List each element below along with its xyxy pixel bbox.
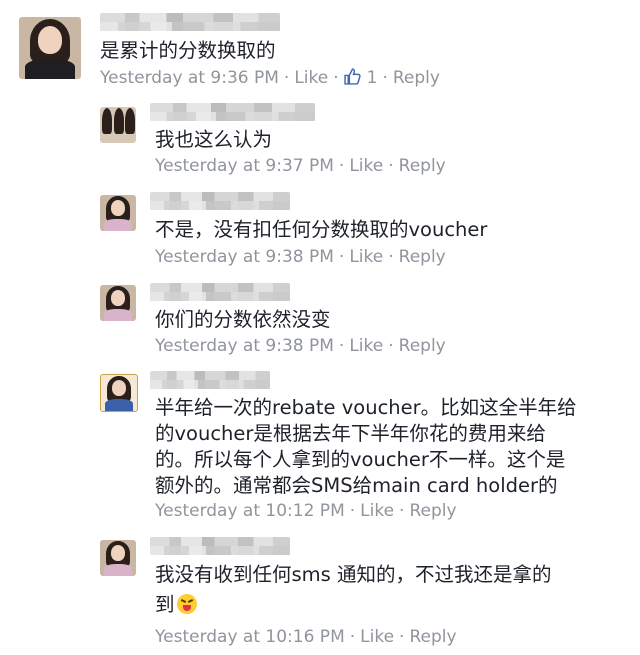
comment-text-line-3: 的。所以每个人拿到的voucher不一样。这个是 [155,448,566,471]
timestamp[interactable]: Yesterday at 9:38 PM [155,336,334,356]
reply-link[interactable]: Reply [399,156,446,176]
timestamp[interactable]: Yesterday at 9:38 PM [155,247,334,267]
reply-link[interactable]: Reply [393,68,440,88]
comment-meta: Yesterday at 9:37 PM · Like · Reply [155,156,446,176]
comment-meta: Yesterday at 10:16 PM · Like · Reply [155,627,457,647]
timestamp[interactable]: Yesterday at 9:36 PM [100,68,279,88]
avatar[interactable] [100,107,136,143]
comment-text: 是累计的分数换取的 [100,39,276,62]
commenter-name-blurred [100,13,280,31]
comment-text-line-4: 额外的。通常都会SMS给main card holder的 [155,474,558,497]
comment-text-line-2: 到 [155,592,197,617]
commenter-name-blurred [150,537,290,555]
reply-link[interactable]: Reply [409,501,456,521]
reply-link[interactable]: Reply [409,627,456,647]
like-count: 1 [366,68,378,88]
timestamp[interactable]: Yesterday at 10:16 PM [155,627,345,647]
reply-link[interactable]: Reply [399,336,446,356]
avatar[interactable] [100,540,136,576]
comment-text: 不是，没有扣任何分数换取的voucher [155,218,488,241]
comment-text-line-2: 的voucher是根据去年下半年你花的费用来给 [155,422,546,445]
avatar[interactable] [100,374,138,412]
avatar[interactable] [19,17,81,79]
comment-meta: Yesterday at 9:36 PM · Like · 1 · Reply [100,68,440,88]
commenter-name-blurred [150,283,290,301]
like-thumb-icon [343,68,361,85]
timestamp[interactable]: Yesterday at 10:12 PM [155,501,345,521]
like-link[interactable]: Like [294,68,328,88]
like-link[interactable]: Like [349,247,383,267]
comment-meta: Yesterday at 10:12 PM · Like · Reply [155,501,457,521]
commenter-name-blurred [150,103,315,121]
comment-meta: Yesterday at 9:38 PM · Like · Reply [155,247,446,267]
comment-meta: Yesterday at 9:38 PM · Like · Reply [155,336,446,356]
comment-text-tail: 到 [155,593,175,616]
comment-text: 我也这么认为 [155,128,273,151]
tongue-out-emoji [176,594,197,614]
commenter-name-blurred [150,371,270,389]
like-link[interactable]: Like [360,501,394,521]
like-link[interactable]: Like [360,627,394,647]
commenter-name-blurred [150,192,290,210]
like-link[interactable]: Like [349,156,383,176]
reply-link[interactable]: Reply [399,247,446,267]
like-link[interactable]: Like [349,336,383,356]
avatar[interactable] [100,285,136,321]
avatar[interactable] [100,195,136,231]
comment-text: 你们的分数依然没变 [155,308,331,331]
comment-text-line-1: 我没有收到任何sms 通知的，不过我还是拿的 [155,563,552,586]
timestamp[interactable]: Yesterday at 9:37 PM [155,156,334,176]
comment-text-line-1: 半年给一次的rebate voucher。比如这全半年给 [155,396,577,419]
